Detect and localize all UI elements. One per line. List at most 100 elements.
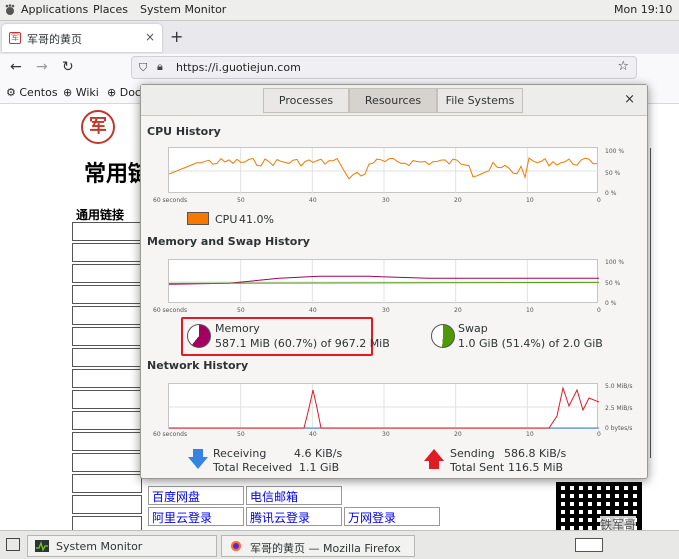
- reload-icon[interactable]: ↻: [62, 59, 74, 75]
- bottom-taskbar: System Monitor 军哥的黄页 — Mozilla Firefox: [0, 530, 679, 559]
- memory-swap-history-title: Memory and Swap History: [147, 235, 310, 248]
- swap-pie-icon[interactable]: [431, 324, 455, 348]
- total-received-label: Total Received: [213, 461, 293, 474]
- browser-tab-strip: 军 军哥的黄页 × +: [0, 21, 679, 54]
- mem-y-tick-50: 50 %: [605, 280, 621, 287]
- bookmark-gear-icon: ⚙: [6, 86, 16, 99]
- total-received-value: 1.1 GiB: [299, 461, 340, 474]
- net-y-tick-zero: 0 bytes/s: [605, 425, 633, 432]
- cpu-history-graph: [168, 147, 599, 194]
- view-switcher: Processes Resources File Systems: [263, 88, 523, 113]
- forward-arrow-icon[interactable]: →: [36, 59, 48, 75]
- taskbar-firefox-label: 军哥的黄页 — Mozilla Firefox: [250, 542, 401, 555]
- bookmark-centos[interactable]: ⚙ Centos: [6, 86, 58, 99]
- bookmark-doc[interactable]: ⊕ Doc: [107, 86, 141, 99]
- cpu-value: 41.0%: [239, 213, 274, 226]
- net-y-tick-top: 5.0 MiB/s: [605, 383, 633, 390]
- url-bar[interactable]: ⛉ 🔒︎ https://i.guotiejun.com ☆: [131, 56, 637, 79]
- mem-x-tick: 20: [454, 307, 462, 314]
- taskbar-firefox[interactable]: 军哥的黄页 — Mozilla Firefox: [221, 535, 415, 557]
- mem-x-tick: 50: [237, 307, 245, 314]
- close-icon[interactable]: ×: [624, 92, 635, 107]
- network-history-graph: [168, 383, 599, 430]
- net-x-tick: 20: [454, 431, 462, 438]
- page-subheading: 通用链接: [76, 208, 125, 222]
- firefox-app-icon: [230, 540, 242, 552]
- cpu-usage-line: [169, 157, 598, 180]
- sending-rate: 586.8 KiB/s: [504, 447, 567, 460]
- system-monitor-menu[interactable]: System Monitor: [140, 3, 226, 16]
- network-graph-plot: [169, 384, 599, 430]
- mem-x-tick: 0: [597, 307, 601, 314]
- tracking-shield-icon[interactable]: ⛉: [139, 61, 147, 75]
- places-menu[interactable]: Places: [93, 3, 128, 16]
- applications-menu[interactable]: Applications: [21, 3, 88, 16]
- workspace-switcher[interactable]: [575, 538, 603, 552]
- tab-file-systems[interactable]: File Systems: [437, 88, 523, 113]
- lock-icon[interactable]: 🔒︎: [157, 60, 163, 74]
- cpu-x-tick: 20: [454, 197, 462, 204]
- url-text[interactable]: https://i.guotiejun.com: [176, 61, 301, 74]
- mem-x-tick: 10: [526, 307, 534, 314]
- gnome-foot-icon: [5, 4, 15, 15]
- tab-resources[interactable]: Resources: [349, 88, 437, 113]
- page-right-border: [650, 148, 658, 458]
- new-tab-button[interactable]: +: [170, 27, 183, 46]
- browser-tab[interactable]: 军 军哥的黄页 ×: [2, 24, 162, 52]
- cpu-x-tick: 40: [309, 197, 317, 204]
- memory-pie-icon[interactable]: [187, 324, 211, 348]
- bookmark-wiki[interactable]: ⊕ Wiki: [63, 86, 99, 99]
- system-monitor-header: Processes Resources File Systems ×: [141, 85, 647, 116]
- cpu-color-swatch[interactable]: [187, 212, 209, 225]
- site-logo: 军: [81, 110, 115, 144]
- globe-icon: ⊕: [107, 86, 117, 99]
- clock[interactable]: Mon 19:10: [614, 3, 672, 16]
- link-wanwang-login[interactable]: 万网登录: [344, 507, 440, 526]
- link-telecom-mail[interactable]: 电信邮箱: [246, 486, 342, 505]
- sending-label: Sending: [450, 447, 495, 460]
- cpu-graph-plot: [169, 148, 599, 194]
- mem-y-tick-100: 100 %: [605, 259, 625, 266]
- taskbar-system-monitor-label: System Monitor: [56, 540, 143, 553]
- total-sent-value: 116.5 MiB: [508, 461, 564, 474]
- net-y-tick-mid: 2.5 MiB/s: [605, 405, 633, 412]
- bookmark-star-icon[interactable]: ☆: [617, 59, 629, 74]
- network-history-title: Network History: [147, 359, 249, 372]
- cpu-history-title: CPU History: [147, 125, 221, 138]
- link-tencent-cloud-login[interactable]: 腾讯云登录: [246, 507, 342, 526]
- cpu-x-tick: 50: [237, 197, 245, 204]
- net-x-tick: 30: [382, 431, 390, 438]
- show-desktop-icon[interactable]: [6, 538, 20, 551]
- link-baidu-pan[interactable]: 百度网盘: [148, 486, 244, 505]
- cpu-x-tick: 0: [597, 197, 601, 204]
- mem-x-tick: 40: [309, 307, 317, 314]
- swap-label: Swap: [458, 322, 488, 335]
- taskbar-system-monitor[interactable]: System Monitor: [27, 535, 217, 557]
- mem-x-tick: 60 seconds: [153, 307, 188, 314]
- site-favicon-icon: 军: [9, 32, 21, 44]
- memory-graph-plot: [169, 260, 599, 304]
- tab-title: 军哥的黄页: [27, 33, 82, 46]
- tab-processes[interactable]: Processes: [263, 88, 349, 113]
- memory-label: Memory: [215, 322, 260, 335]
- net-x-tick: 60 seconds: [153, 431, 188, 438]
- gnome-top-bar: Applications Places System Monitor Mon 1…: [0, 0, 679, 21]
- net-x-tick: 0: [597, 431, 601, 438]
- cpu-x-tick: 30: [382, 197, 390, 204]
- cpu-x-tick: 60 seconds: [153, 197, 188, 204]
- swap-value: 1.0 GiB (51.4%) of 2.0 GiB: [458, 337, 603, 350]
- cpu-y-tick-100: 100 %: [605, 148, 625, 155]
- cpu-legend-label: CPU: [215, 213, 238, 226]
- net-x-tick: 40: [309, 431, 317, 438]
- link-aliyun-login[interactable]: 阿里云登录: [148, 507, 244, 526]
- total-sent-label: Total Sent: [450, 461, 505, 474]
- back-arrow-icon[interactable]: ←: [10, 59, 22, 75]
- browser-nav-bar: ← → ↻ ⛉ 🔒︎ https://i.guotiejun.com ☆: [0, 54, 679, 82]
- net-x-tick: 10: [526, 431, 534, 438]
- receiving-rate: 4.6 KiB/s: [294, 447, 343, 460]
- tab-close-icon[interactable]: ×: [145, 30, 155, 44]
- system-monitor-window: Processes Resources File Systems × CPU H…: [140, 84, 648, 479]
- link-table-column: [72, 222, 142, 559]
- cpu-y-tick-0: 0 %: [605, 190, 617, 197]
- cpu-x-tick: 10: [526, 197, 534, 204]
